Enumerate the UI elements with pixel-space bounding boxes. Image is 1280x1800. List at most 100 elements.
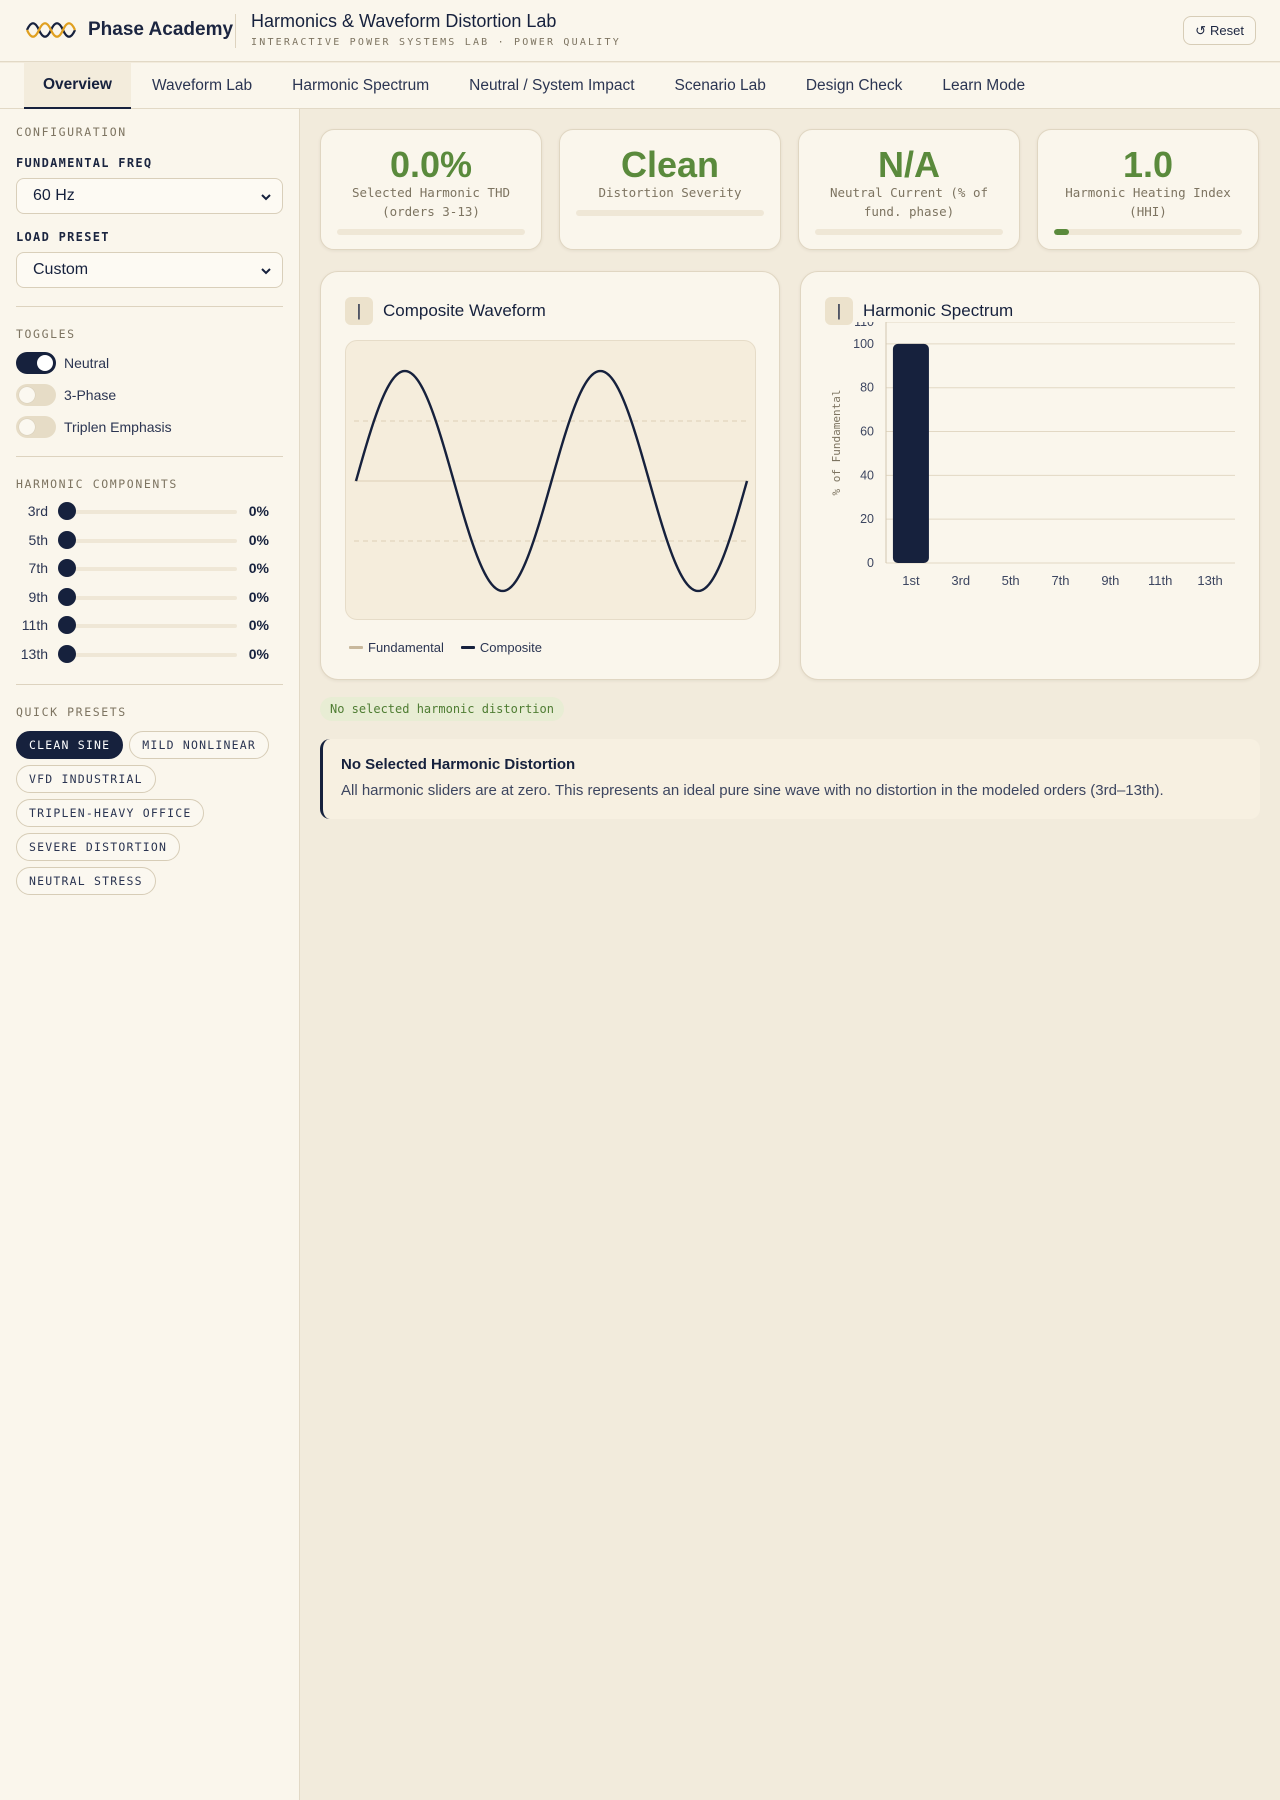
spectrum-panel-title: Harmonic Spectrum: [863, 301, 1014, 320]
toggle-row-3-phase: 3-Phase: [16, 384, 283, 406]
preset-severe-distortion-button[interactable]: SEVERE DISTORTION: [16, 832, 181, 861]
slider-track[interactable]: [67, 567, 237, 571]
harmonic-order-label: 13th: [20, 645, 48, 662]
fundamental-freq-value: 60 Hz: [33, 187, 75, 204]
load-preset-select[interactable]: Custom: [16, 252, 283, 288]
tab-design-check[interactable]: Design Check: [787, 63, 922, 109]
quick-presets-list: CLEAN SINE MILD NONLINEAR VFD INDUSTRIAL…: [16, 730, 283, 895]
slider-thumb[interactable]: [58, 587, 76, 606]
divider: [16, 306, 283, 307]
slider-track[interactable]: [67, 652, 237, 657]
legend-swatch-fundamental: [349, 646, 363, 649]
toggles-heading: TOGGLES: [16, 327, 76, 341]
harmonic-slider-row: 11th 0%: [16, 615, 283, 635]
harmonic-order-label: 3rd: [27, 503, 48, 519]
hhi-progress-fill: [1054, 229, 1070, 235]
app-header: Phase Academy Harmonics & Waveform Disto…: [0, 0, 1280, 62]
divider: [16, 683, 283, 685]
neutral-current-progress-bar: [815, 229, 1003, 235]
spectrum-panel-icon: |: [825, 297, 853, 325]
y-tick-label: 20: [860, 512, 874, 526]
y-axis-label: % of Fundamental: [830, 390, 843, 496]
distortion-status-badge: No selected harmonic distortion: [320, 697, 564, 721]
slider-thumb[interactable]: [58, 616, 76, 634]
header-divider: [235, 14, 236, 48]
spectrum-bar-1st: [892, 343, 929, 563]
x-tick-label: 5th: [1002, 573, 1020, 588]
y-tick-label: 60: [860, 425, 874, 439]
tab-neutral-system-impact[interactable]: Neutral / System Impact: [450, 63, 653, 109]
preset-vfd-industrial-button[interactable]: VFD INDUSTRIAL: [16, 764, 156, 793]
spectrum-chart: 0 20 40 60 80 100 110 % of Fundamental 1st 3rd 5th…: [830, 322, 1235, 588]
tab-harmonic-spectrum[interactable]: Harmonic Spectrum: [273, 63, 448, 109]
tab-learn-mode[interactable]: Learn Mode: [923, 63, 1044, 109]
page-subtitle: INTERACTIVE POWER SYSTEMS LAB · POWER QU…: [251, 37, 621, 48]
neutral-toggle-label: Neutral: [64, 355, 110, 371]
legend-label-fundamental: Fundamental: [368, 640, 444, 655]
preset-triplen-heavy-office-button[interactable]: TRIPLEN-HEAVY OFFICE: [16, 798, 205, 827]
harmonic-slider-row: 3rd 0%: [16, 501, 283, 521]
chevron-down-icon: [261, 194, 271, 201]
harmonic-value: 0%: [248, 645, 269, 662]
preset-mild-nonlinear-button[interactable]: MILD NONLINEAR: [129, 730, 269, 759]
harmonic-value: 0%: [248, 503, 269, 519]
preset-neutral-stress-button[interactable]: NEUTRAL STRESS: [16, 866, 156, 895]
thd-label: Selected Harmonic THD (orders 3-13): [351, 185, 511, 219]
y-tick-label: 40: [860, 468, 874, 482]
slider-thumb[interactable]: [58, 559, 76, 577]
harmonic-spectrum-panel: | Harmonic Spectrum 0 20 40 60 80 100 110 % of …: [800, 271, 1260, 680]
y-tick-label: 0: [867, 556, 874, 570]
3-phase-toggle[interactable]: [16, 384, 56, 406]
page-title: Harmonics & Waveform Distortion Lab: [251, 11, 557, 31]
harmonic-order-label: 11th: [21, 617, 48, 633]
sidebar: CONFIGURATION FUNDAMENTAL FREQ 60 Hz LOA…: [0, 109, 300, 1800]
hhi-label: Harmonic Heating Index (HHI): [1065, 185, 1231, 219]
slider-track[interactable]: [67, 595, 237, 600]
tab-overview[interactable]: Overview: [24, 63, 131, 109]
tab-waveform-lab[interactable]: Waveform Lab: [133, 63, 271, 109]
harmonic-slider-row: 13th 0%: [16, 644, 283, 664]
harmonic-value: 0%: [248, 617, 269, 633]
triplen-emphasis-toggle[interactable]: [16, 416, 56, 438]
preset-clean-sine-button[interactable]: CLEAN SINE: [16, 730, 124, 759]
slider-thumb[interactable]: [58, 530, 76, 549]
x-tick-label: 13th: [1197, 573, 1222, 588]
hhi-stat-card: 1.0 Harmonic Heating Index (HHI): [1037, 129, 1259, 250]
severity-label: Distortion Severity: [598, 185, 742, 200]
toggle-row-triplen: Triplen Emphasis: [16, 416, 283, 438]
insight-note-body: All harmonic sliders are at zero. This r…: [341, 782, 1164, 799]
neutral-current-stat-card: N/A Neutral Current (% of fund. phase): [798, 129, 1020, 250]
composite-waveform-panel: | Composite Waveform Fundamental Composi…: [320, 271, 780, 680]
waveform-svg: [354, 369, 749, 593]
reset-label: Reset: [1210, 23, 1244, 38]
tab-scenario-lab[interactable]: Scenario Lab: [656, 63, 785, 109]
configuration-heading: CONFIGURATION: [16, 125, 127, 139]
severity-progress-bar: [576, 210, 764, 216]
slider-track[interactable]: [67, 624, 237, 628]
neutral-current-value: N/A: [878, 144, 940, 185]
harmonic-value: 0%: [248, 560, 269, 576]
waveform-panel-title: Composite Waveform: [383, 301, 546, 320]
neutral-toggle[interactable]: [16, 352, 56, 374]
legend-swatch-composite: [460, 646, 475, 649]
toggle-knob: [37, 355, 53, 371]
thd-stat-card: 0.0% Selected Harmonic THD (orders 3-13): [320, 129, 542, 250]
neutral-current-label: Neutral Current (% of fund. phase): [829, 185, 989, 219]
slider-track[interactable]: [67, 538, 237, 543]
x-tick-label: 9th: [1101, 573, 1119, 588]
toggle-row-neutral: Neutral: [16, 352, 283, 374]
toggle-knob: [19, 419, 35, 435]
slider-thumb[interactable]: [58, 502, 76, 520]
harmonic-order-label: 5th: [28, 531, 48, 548]
quick-presets-heading: QUICK PRESETS: [16, 704, 127, 719]
harmonic-value: 0%: [248, 588, 269, 605]
harmonic-order-label: 9th: [28, 588, 48, 605]
insight-note-title: No Selected Harmonic Distortion: [341, 756, 576, 773]
slider-thumb[interactable]: [58, 644, 76, 663]
fundamental-freq-select[interactable]: 60 Hz: [16, 178, 283, 214]
slider-track[interactable]: [67, 510, 237, 514]
reset-button[interactable]: ↺ Reset: [1183, 16, 1256, 45]
waveform-plot: [345, 340, 756, 620]
divider: [16, 456, 283, 457]
toggle-knob: [19, 387, 35, 403]
